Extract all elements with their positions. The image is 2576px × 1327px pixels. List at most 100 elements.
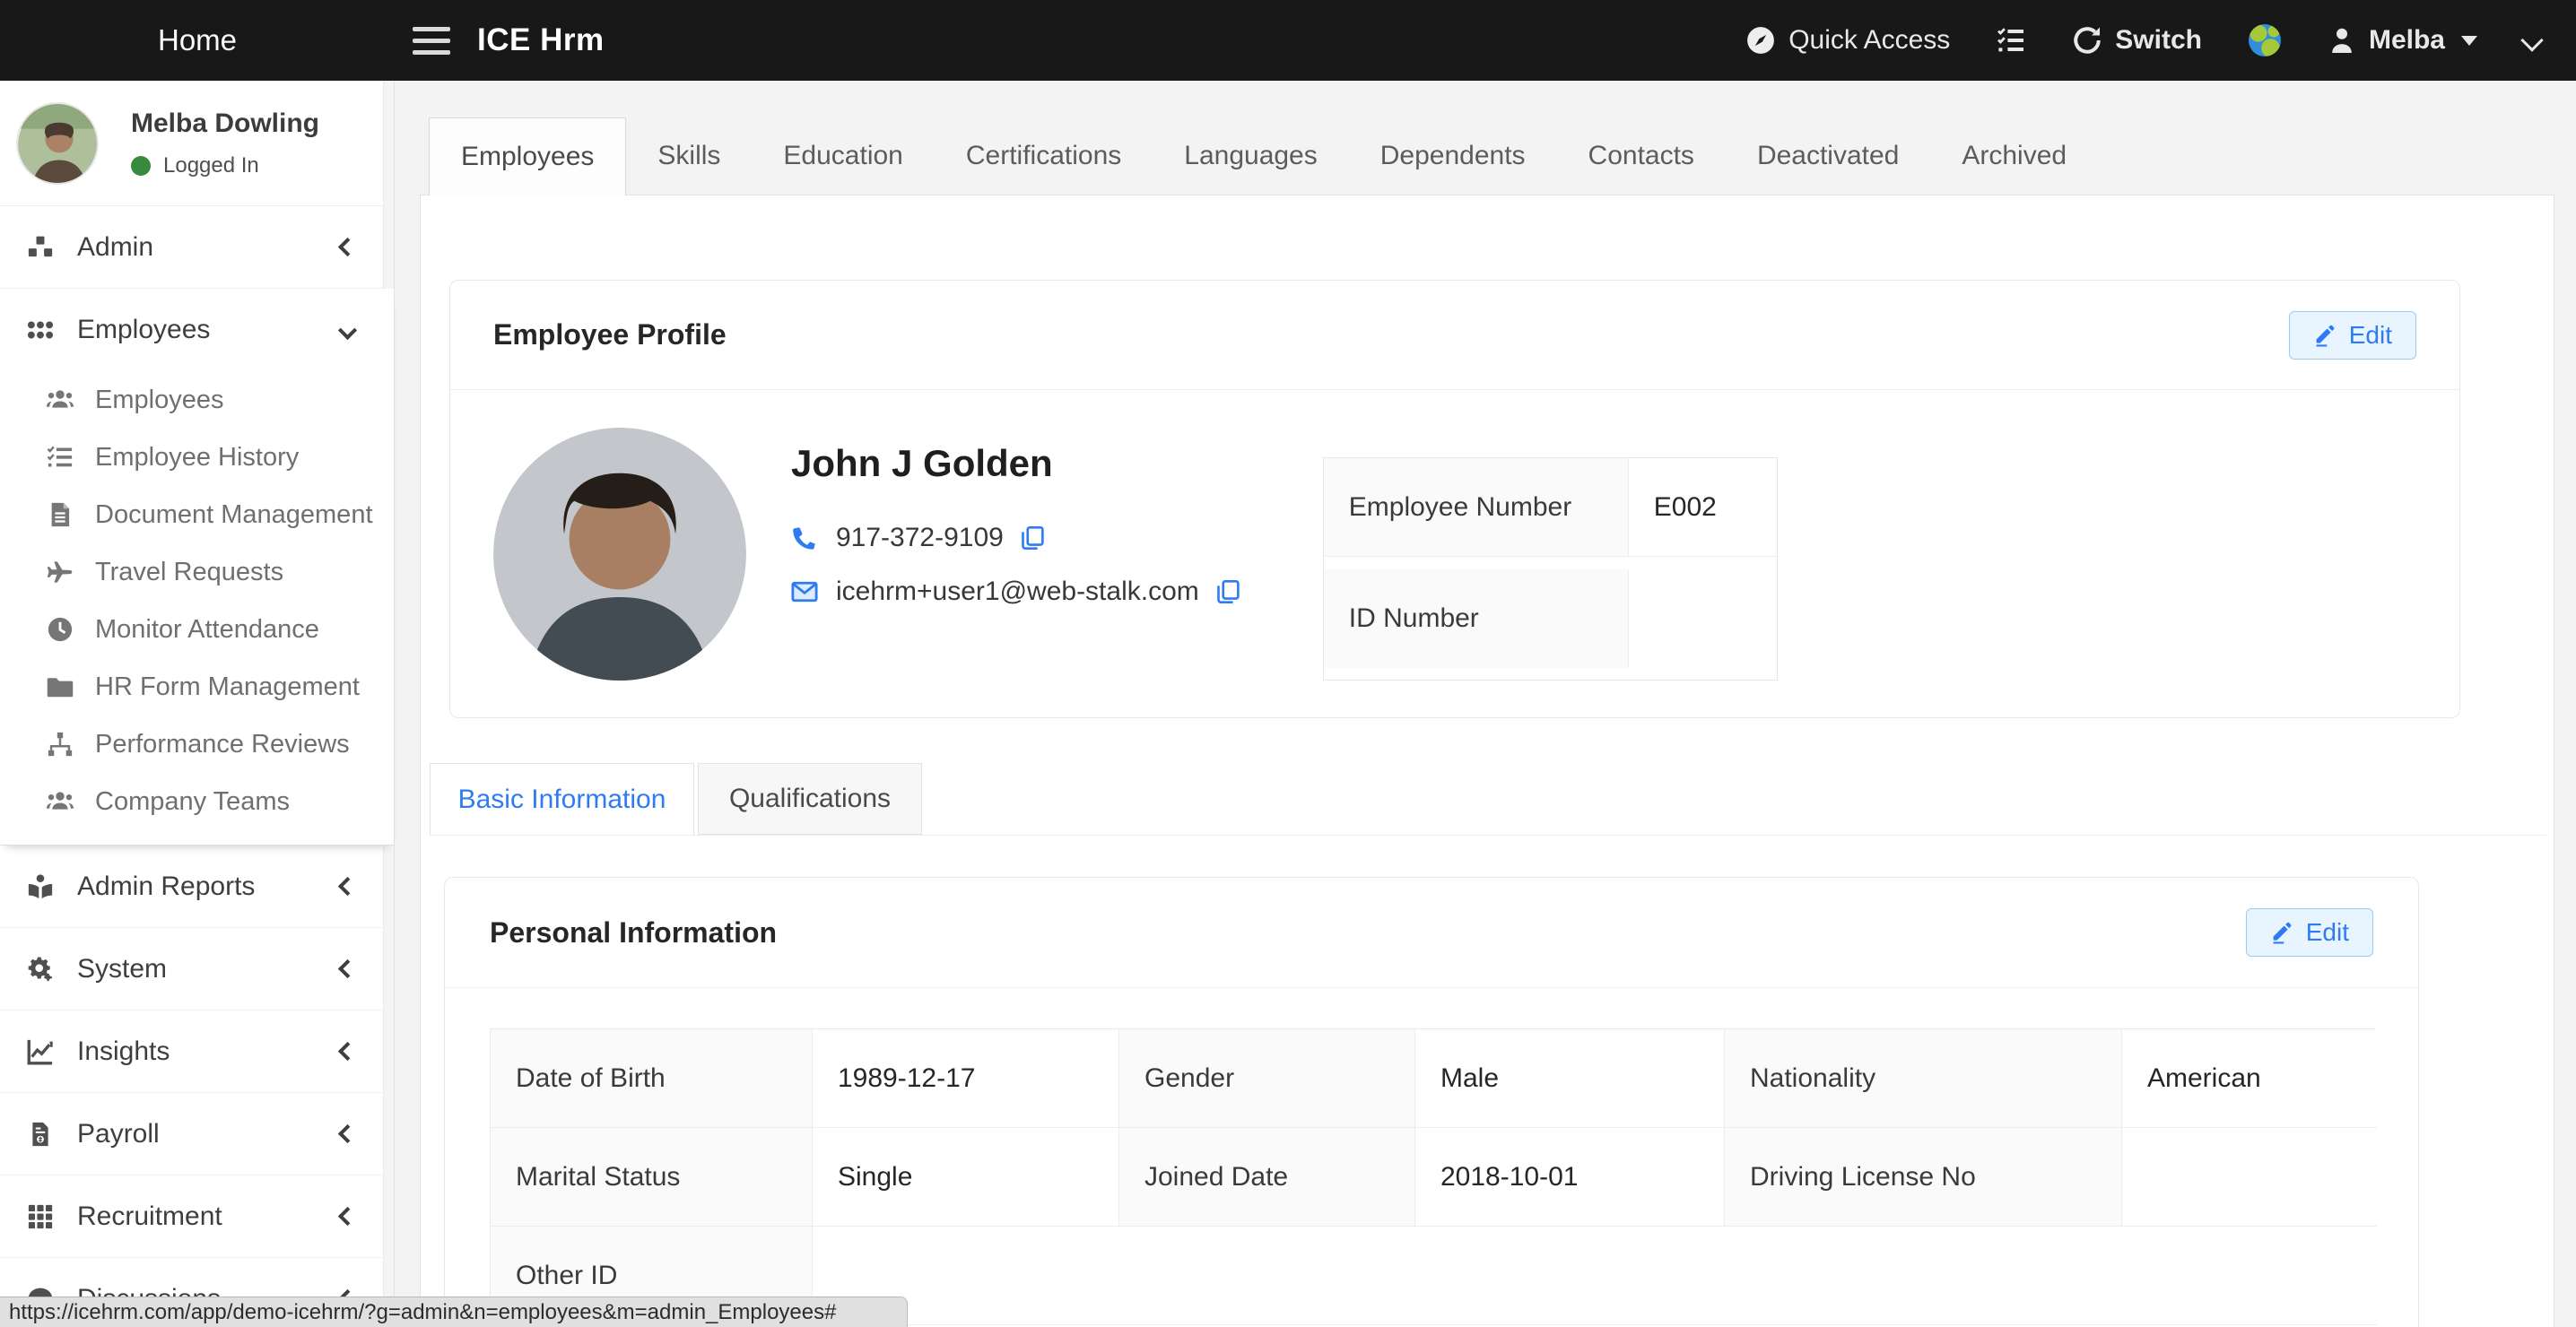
employee-profile-title: Employee Profile: [493, 318, 727, 351]
sidebar-item-travel-requests[interactable]: Travel Requests: [0, 543, 394, 601]
tab-content-panel: Employee Profile Edit John J Golden: [420, 195, 2554, 1327]
tab-archived[interactable]: Archived: [1930, 117, 2098, 195]
sidebar-group-insights[interactable]: Insights: [0, 1010, 394, 1093]
field-label: Driving License No: [1725, 1128, 2122, 1227]
sidebar-group-system[interactable]: System: [0, 928, 394, 1010]
pencil-icon: [2313, 324, 2337, 347]
sidebar-group-recruitment[interactable]: Recruitment: [0, 1175, 394, 1258]
hamburger-menu-icon[interactable]: [413, 27, 450, 55]
employee-email-row: icehrm+user1@web-stalk.com: [791, 577, 1240, 607]
employee-phone: 917-372-9109: [836, 523, 1004, 553]
chevron-down-icon: [2520, 29, 2543, 51]
tab-deactivated[interactable]: Deactivated: [1726, 117, 1930, 195]
field-value: American: [2122, 1029, 2377, 1128]
edit-profile-button[interactable]: Edit: [2289, 311, 2416, 360]
subtab-basic-information[interactable]: Basic Information: [430, 763, 694, 835]
envelope-icon: [791, 578, 818, 605]
meta-value: [1629, 569, 1777, 668]
chevron-left-icon: [338, 1124, 357, 1143]
app-brand: ICE Hrm: [477, 22, 605, 58]
tab-education[interactable]: Education: [752, 117, 934, 195]
clock-icon: [47, 616, 74, 643]
module-tabs: Employees Skills Education Certification…: [395, 81, 2576, 195]
personal-information-card: Personal Information Edit Date of Birth …: [444, 877, 2419, 1327]
compass-icon: [1745, 25, 1776, 56]
chart-line-icon: [27, 1038, 54, 1065]
field-label: Joined Date: [1119, 1128, 1415, 1227]
sidebar: Melba Dowling Logged In Admin Employees: [0, 81, 395, 1327]
folder-icon: [47, 673, 74, 700]
field-value: 1989-12-17: [813, 1029, 1119, 1128]
sidebar-item-employee-history[interactable]: Employee History: [0, 429, 394, 486]
chevron-left-icon: [338, 238, 357, 256]
sidebar-group-payroll[interactable]: Payroll: [0, 1093, 394, 1175]
cubes-icon: [27, 234, 54, 261]
employee-photo: [493, 428, 746, 681]
sidebar-item-document-management[interactable]: Document Management: [0, 486, 394, 543]
user-menu[interactable]: Melba: [2328, 25, 2477, 56]
field-value: [813, 1227, 2377, 1325]
employee-meta-table: Employee Number E002 ID Number: [1323, 457, 1778, 681]
personal-information-table: Date of Birth 1989-12-17 Gender Male Nat…: [490, 1028, 2376, 1325]
sidebar-item-performance-reviews[interactable]: Performance Reviews: [0, 716, 394, 773]
tab-employees[interactable]: Employees: [429, 117, 626, 195]
copy-icon[interactable]: [1020, 525, 1045, 551]
switch-button[interactable]: Switch: [2072, 25, 2202, 56]
field-label: Marital Status: [491, 1128, 813, 1227]
copy-icon[interactable]: [1215, 579, 1240, 604]
switch-icon: [2072, 25, 2102, 56]
link-url-statusbar: https://icehrm.com/app/demo-icehrm/?g=ad…: [0, 1297, 908, 1327]
chevron-left-icon: [338, 1042, 357, 1061]
sidebar-item-employees[interactable]: Employees: [0, 371, 394, 429]
top-navbar: Home ICE Hrm Quick Access: [0, 0, 2576, 81]
quick-access-button[interactable]: Quick Access: [1745, 25, 1950, 56]
subtab-qualifications[interactable]: Qualifications: [698, 763, 922, 835]
chevron-left-icon: [338, 1207, 357, 1226]
tab-languages[interactable]: Languages: [1153, 117, 1348, 195]
status-dot-icon: [131, 156, 151, 176]
chevron-down-icon: [338, 320, 357, 339]
gears-icon: [27, 956, 54, 983]
sidebar-item-company-teams[interactable]: Company Teams: [0, 773, 394, 830]
document-icon: [47, 501, 74, 528]
employee-email: icehrm+user1@web-stalk.com: [836, 577, 1199, 607]
phone-icon: [791, 525, 818, 551]
chevron-left-icon: [338, 877, 357, 896]
globe-icon: [2249, 24, 2281, 56]
detail-subtabs: Basic Information Qualifications: [430, 763, 2546, 836]
language-globe-button[interactable]: [2249, 24, 2281, 56]
tasks-icon: [1997, 26, 2025, 55]
sidebar-group-admin[interactable]: Admin: [0, 206, 394, 289]
sidebar-profile: Melba Dowling Logged In: [0, 81, 394, 206]
sidebar-group-admin-reports[interactable]: Admin Reports: [0, 846, 394, 928]
field-value: 2018-10-01: [1415, 1128, 1725, 1227]
personal-information-title: Personal Information: [490, 916, 777, 950]
tab-dependents[interactable]: Dependents: [1349, 117, 1557, 195]
tab-contacts[interactable]: Contacts: [1557, 117, 1726, 195]
sidebar-item-hr-form-management[interactable]: HR Form Management: [0, 658, 394, 716]
chevron-left-icon: [338, 959, 357, 978]
field-label: Gender: [1119, 1029, 1415, 1128]
tab-skills[interactable]: Skills: [626, 117, 752, 195]
sidebar-group-employees-open: Employees Employees Employee History: [0, 289, 394, 846]
field-value: Male: [1415, 1029, 1725, 1128]
book-reader-icon: [27, 873, 54, 900]
tasks-button[interactable]: [1997, 26, 2025, 55]
list-check-icon: [47, 444, 74, 471]
users-icon: [47, 788, 74, 815]
sidebar-group-employees[interactable]: Employees: [0, 289, 394, 371]
field-label: Nationality: [1725, 1029, 2122, 1128]
grid-dots-icon: [27, 317, 54, 343]
edit-personal-information-button[interactable]: Edit: [2246, 908, 2373, 957]
collapse-navbar-chevron[interactable]: [2524, 32, 2540, 48]
invoice-icon: [27, 1121, 54, 1148]
sidebar-item-monitor-attendance[interactable]: Monitor Attendance: [0, 601, 394, 658]
field-label: Date of Birth: [491, 1029, 813, 1128]
field-value: Single: [813, 1128, 1119, 1227]
status-label: Logged In: [163, 153, 259, 178]
icehrm-app-window: Home ICE Hrm Quick Access: [0, 0, 2576, 1327]
home-link[interactable]: Home: [0, 23, 395, 57]
tab-certifications[interactable]: Certifications: [935, 117, 1153, 195]
meta-label: ID Number: [1324, 569, 1629, 668]
meta-label: Employee Number: [1324, 458, 1629, 557]
